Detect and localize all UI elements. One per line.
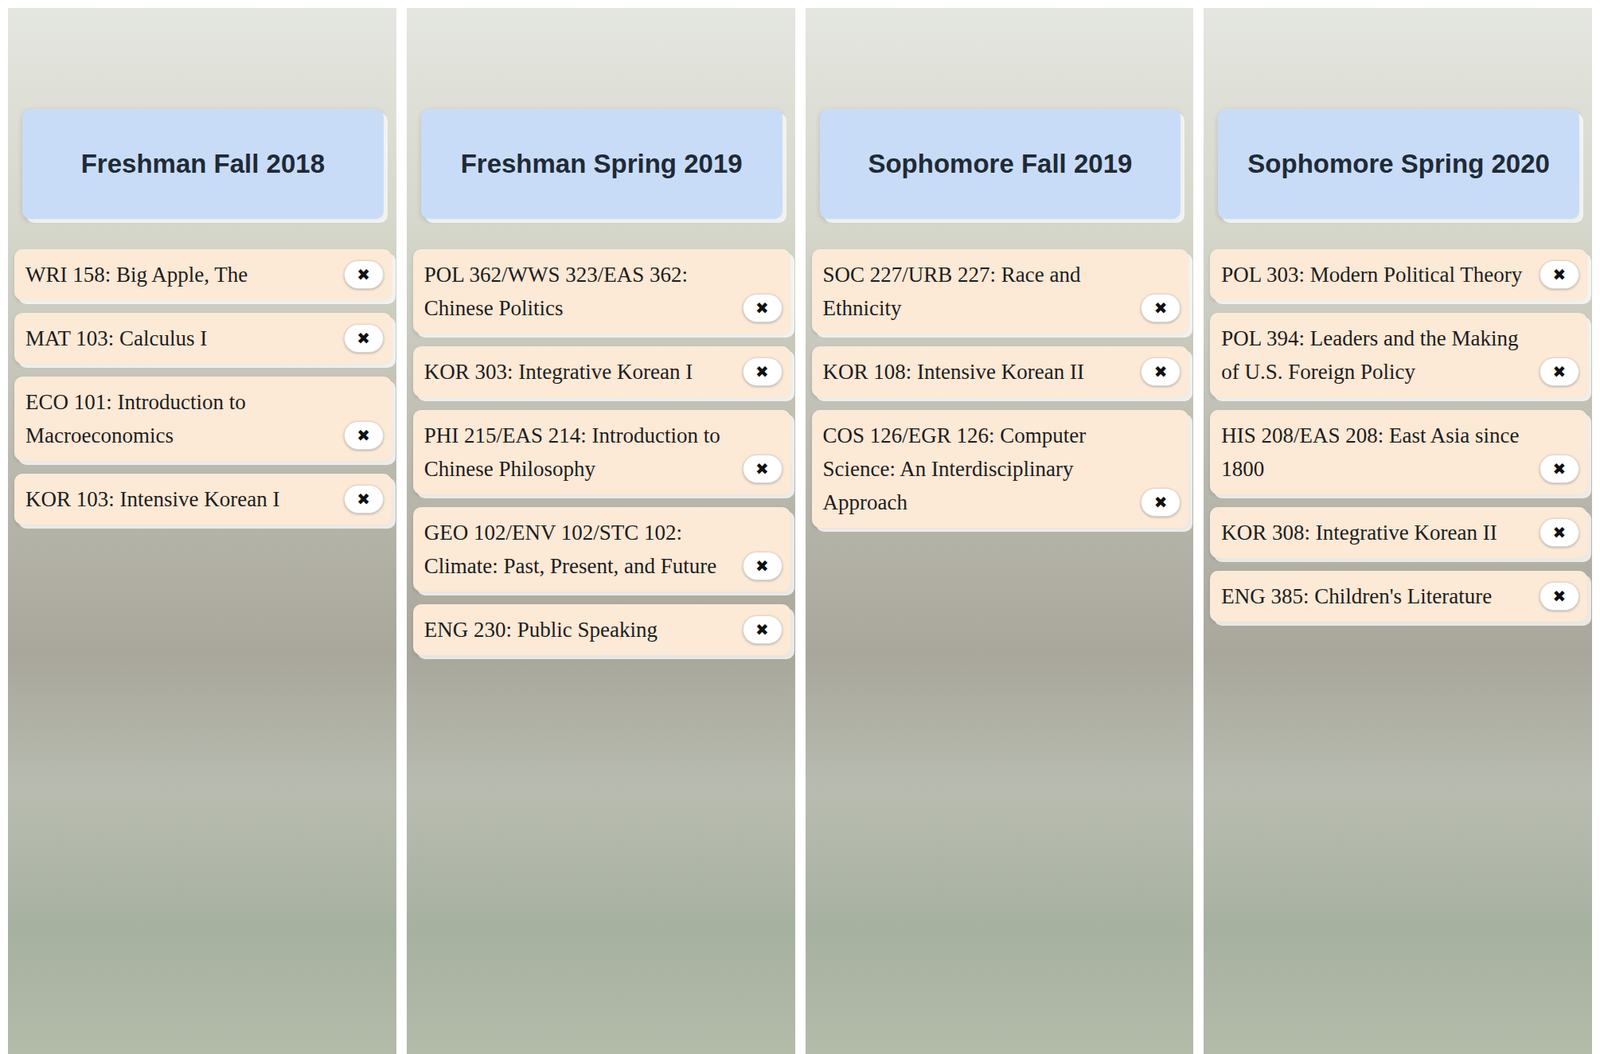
course-card[interactable]: MAT 103: Calculus I ✖	[14, 312, 392, 364]
semester-header: Sophomore Spring 2020	[1217, 109, 1580, 219]
remove-button[interactable]: ✖	[742, 615, 783, 644]
course-title: KOR 108: Intensive Korean II	[823, 355, 1136, 389]
course-card[interactable]: ENG 385: Children's Literature ✖	[1209, 570, 1588, 622]
course-card[interactable]: GEO 102/ENV 102/STC 102: Climate: Past, …	[413, 507, 791, 592]
course-card[interactable]: KOR 103: Intensive Korean I ✖	[14, 473, 392, 525]
remove-button[interactable]: ✖	[343, 484, 384, 514]
remove-button[interactable]: ✖	[343, 260, 384, 289]
semester-column: Freshman Spring 2019 POL 362/WWS 323/EAS…	[406, 7, 796, 1054]
course-title: SOC 227/URB 227: Race and Ethnicity	[823, 257, 1136, 325]
course-title: POL 303: Modern Political Theory	[1221, 257, 1534, 292]
remove-button[interactable]: ✖	[1140, 487, 1181, 517]
course-card[interactable]: ECO 101: Introduction to Macroeconomics …	[14, 376, 392, 461]
course-title: PHI 215/EAS 214: Introduction to Chinese…	[424, 418, 737, 486]
remove-button[interactable]: ✖	[1539, 581, 1580, 611]
planner: Freshman Fall 2018 WRI 158: Big Apple, T…	[0, 0, 1600, 1054]
remove-button[interactable]: ✖	[742, 357, 783, 387]
remove-button[interactable]: ✖	[343, 421, 384, 450]
semester-column: Sophomore Fall 2019 SOC 227/URB 227: Rac…	[805, 7, 1195, 1054]
course-title: COS 126/EGR 126: Computer Science: An In…	[823, 418, 1136, 520]
course-title: MAT 103: Calculus I	[25, 321, 338, 356]
semester-column: Sophomore Spring 2020 POL 303: Modern Po…	[1203, 7, 1593, 1054]
remove-button[interactable]: ✖	[742, 293, 783, 323]
course-title: GEO 102/ENV 102/STC 102: Climate: Past, …	[424, 515, 737, 583]
course-title: ENG 385: Children's Literature	[1221, 579, 1534, 613]
semester-header: Sophomore Fall 2019	[819, 109, 1182, 219]
semester-column: Freshman Fall 2018 WRI 158: Big Apple, T…	[7, 7, 397, 1054]
course-title: POL 394: Leaders and the Making of U.S. …	[1221, 321, 1534, 389]
remove-button[interactable]: ✖	[1539, 357, 1580, 387]
course-card[interactable]: SOC 227/URB 227: Race and Ethnicity ✖	[811, 249, 1190, 334]
course-title: WRI 158: Big Apple, The	[25, 257, 338, 292]
course-list: POL 303: Modern Political Theory ✖POL 39…	[1209, 249, 1588, 622]
course-card[interactable]: KOR 308: Integrative Korean II ✖	[1209, 507, 1588, 559]
course-card[interactable]: ENG 230: Public Speaking ✖	[413, 604, 791, 656]
course-card[interactable]: WRI 158: Big Apple, The ✖	[14, 249, 392, 301]
course-card[interactable]: POL 394: Leaders and the Making of U.S. …	[1209, 312, 1588, 398]
course-title: KOR 103: Intensive Korean I	[25, 482, 338, 516]
remove-button[interactable]: ✖	[742, 551, 783, 581]
course-card[interactable]: POL 362/WWS 323/EAS 362: Chinese Politic…	[413, 249, 791, 334]
course-list: SOC 227/URB 227: Race and Ethnicity ✖KOR…	[811, 249, 1190, 528]
course-list: WRI 158: Big Apple, The ✖MAT 103: Calcul…	[14, 249, 392, 525]
course-list: POL 362/WWS 323/EAS 362: Chinese Politic…	[413, 249, 791, 656]
semester-header: Freshman Fall 2018	[22, 109, 384, 219]
course-title: KOR 303: Integrative Korean I	[424, 355, 737, 389]
course-card[interactable]: KOR 108: Intensive Korean II ✖	[811, 346, 1190, 398]
course-title: POL 362/WWS 323/EAS 362: Chinese Politic…	[424, 257, 737, 325]
course-card[interactable]: KOR 303: Integrative Korean I ✖	[413, 346, 791, 398]
course-title: ENG 230: Public Speaking	[424, 612, 737, 647]
semester-header: Freshman Spring 2019	[421, 109, 783, 219]
remove-button[interactable]: ✖	[1539, 518, 1580, 547]
course-card[interactable]: PHI 215/EAS 214: Introduction to Chinese…	[413, 409, 791, 495]
remove-button[interactable]: ✖	[1140, 293, 1181, 323]
course-title: ECO 101: Introduction to Macroeconomics	[25, 385, 338, 453]
remove-button[interactable]: ✖	[343, 323, 384, 353]
course-title: KOR 308: Integrative Korean II	[1221, 515, 1534, 550]
course-card[interactable]: HIS 208/EAS 208: East Asia since 1800 ✖	[1209, 409, 1588, 495]
course-title: HIS 208/EAS 208: East Asia since 1800	[1221, 418, 1534, 486]
remove-button[interactable]: ✖	[1140, 357, 1181, 387]
remove-button[interactable]: ✖	[1539, 454, 1580, 484]
course-card[interactable]: COS 126/EGR 126: Computer Science: An In…	[811, 409, 1190, 528]
course-card[interactable]: POL 303: Modern Political Theory ✖	[1209, 249, 1588, 301]
remove-button[interactable]: ✖	[742, 454, 783, 484]
remove-button[interactable]: ✖	[1539, 260, 1580, 289]
